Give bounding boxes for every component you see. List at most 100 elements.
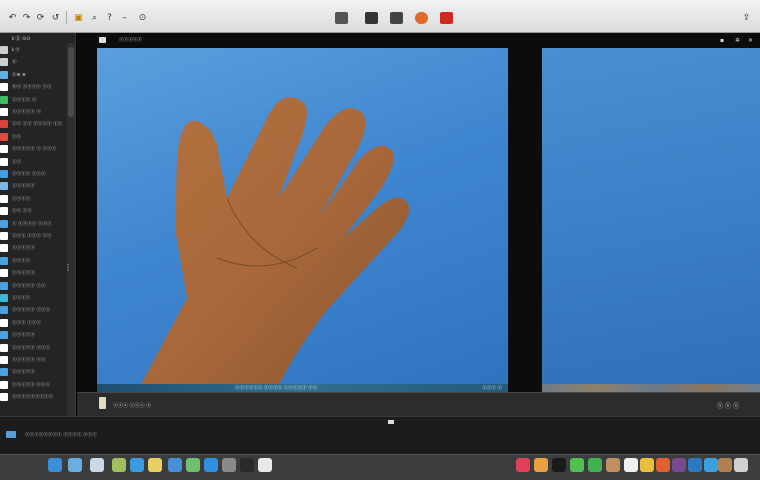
fullscreen-icon[interactable]: ▪	[720, 37, 727, 44]
sidebar-item[interactable]: ⓢⓢⓢ ⓢⓢⓢ ⓢⓢ	[0, 231, 66, 241]
sidebar-item-label: Ⓢ	[12, 60, 17, 66]
sidebar-item[interactable]: ⓢⓢⓢⓢⓢ	[0, 268, 66, 278]
info-icon[interactable]: ⊙	[136, 11, 149, 24]
more-icon[interactable]: ⋮	[64, 263, 72, 272]
sidebar-item-icon	[0, 368, 8, 377]
main-photo[interactable]: ⓢⓢⓢⓢⓢⓢ ⓢⓢⓢⓢ ⓢⓢⓢⓢⓢ ⓢⓢ ⓢⓢⓢ ⓢ	[97, 48, 508, 392]
sidebar-item[interactable]: ⓢⓢⓢⓢⓢ ⓢ ⓢⓢⓢ	[0, 144, 66, 154]
notes-icon[interactable]	[148, 458, 162, 472]
facetime-icon[interactable]	[588, 458, 602, 472]
sidebar-item[interactable]: Ⓢ⊕ ⊕	[0, 70, 66, 80]
maps-icon[interactable]	[186, 458, 200, 472]
sidebar-item-label: ⓢⓢ	[12, 159, 22, 165]
sidebar-item-icon	[0, 244, 8, 253]
sidebar-item-icon	[0, 83, 8, 92]
sidebar-item-label: ⓢⓢⓢⓢ ⓢⓢⓢ	[12, 172, 46, 177]
history-icon[interactable]: ↺	[49, 11, 62, 24]
sidebar-item[interactable]: ⓢⓢⓢⓢⓢ	[0, 330, 66, 340]
sidebar-item[interactable]: ⓢⓢⓢⓢ ⓢ	[0, 95, 66, 105]
sidebar-item[interactable]: ⓢⓢⓢⓢⓢⓢⓢⓢⓢ	[0, 392, 66, 402]
preview-icon[interactable]	[90, 458, 104, 472]
sidebar-item[interactable]: ⓢⓢⓢⓢⓢ ⓢ	[0, 107, 66, 117]
sidebar-item[interactable]: ⓢⓢⓢⓢⓢ	[0, 367, 66, 377]
sidebar-item[interactable]: ⓢ ⓢⓢⓢⓢ ⓢⓢⓢ	[0, 219, 66, 229]
vscode-icon[interactable]	[688, 458, 702, 472]
main-viewer: ⓢⓢⓢⓢⓢ ▪ ✲ ✕ ⓢⓢⓢⓢⓢⓢ ⓢⓢⓢⓢ ⓢⓢⓢⓢⓢ ⓢⓢ ⓢⓢⓢ ⓢ ⓢ…	[77, 33, 760, 416]
sidebar-title: ℹ Ⓢ ⊙⊙	[12, 36, 31, 42]
sidebar-item[interactable]: Ⓢⓢ ⓢⓢⓢⓢ ⓢⓢ	[0, 82, 66, 92]
sidebar-item[interactable]: ⓢⓢⓢⓢ	[0, 293, 66, 303]
sidebar-item[interactable]: Ⓢ	[0, 57, 66, 67]
rotate-icon[interactable]: ⟳	[34, 11, 47, 24]
sidebar-item-label: ⓢⓢⓢⓢⓢ ⓢⓢⓢ	[12, 345, 51, 351]
sidebar-item[interactable]: ⓢⓢⓢⓢ	[0, 256, 66, 266]
slack-icon[interactable]	[672, 458, 686, 472]
search-icon[interactable]: ⌕	[88, 11, 101, 24]
retouch-tool[interactable]	[415, 12, 428, 24]
launchpad-icon[interactable]	[68, 458, 82, 472]
sidebar-item-label: Ⓢⓢ ⓢⓢⓢⓢ ⓢⓢ	[12, 85, 52, 91]
filmstrip-marker-icon[interactable]	[388, 420, 394, 424]
tv-icon[interactable]	[552, 458, 566, 472]
adjust-tool[interactable]	[390, 12, 403, 24]
sidebar-item[interactable]: ⓢⓢⓢⓢⓢ ⓢⓢⓢ	[0, 343, 66, 353]
undo-icon[interactable]: ↶	[6, 11, 19, 24]
dock	[0, 454, 760, 480]
sidebar-item-label: ℹ Ⓢ	[12, 48, 20, 53]
redo-icon[interactable]: ↷	[20, 11, 33, 24]
sidebar-item[interactable]: ⓢⓢⓢⓢⓢ ⓢⓢ	[0, 281, 66, 291]
redeye-tool[interactable]	[440, 12, 453, 24]
sidebar-item-icon	[0, 281, 8, 290]
sidebar-item[interactable]: ⓢⓢⓢⓢⓢ	[0, 181, 66, 191]
secondary-photo[interactable]	[542, 48, 760, 392]
sidebar-item[interactable]: ⓢⓢ ⓢⓢ ⓢⓢⓢⓢ ⓢⓢ	[0, 119, 66, 129]
trash-icon[interactable]	[734, 458, 748, 472]
music-icon[interactable]	[516, 458, 530, 472]
sidebar-item-icon	[0, 120, 8, 129]
enhance-tool[interactable]	[365, 12, 378, 24]
close-icon[interactable]: ✕	[748, 37, 755, 44]
settings-icon[interactable]: ✲	[735, 37, 742, 44]
sidebar-item[interactable]: ⓢⓢⓢⓢ	[0, 194, 66, 204]
messages-icon[interactable]	[570, 458, 584, 472]
sidebar-item[interactable]: ⓢⓢⓢⓢⓢ ⓢⓢⓢ	[0, 380, 66, 390]
sidebar-item-label: ⓢⓢ	[12, 134, 22, 140]
calendar-icon[interactable]	[258, 458, 272, 472]
contacts-icon[interactable]	[606, 458, 620, 472]
chrome-icon[interactable]	[640, 458, 654, 472]
help-icon[interactable]: ?	[103, 11, 116, 24]
sidebar-item-icon	[0, 207, 8, 216]
mail-icon[interactable]	[168, 458, 182, 472]
sidebar-item-label: ⓢⓢⓢ ⓢⓢⓢ	[12, 320, 42, 326]
sidebar-item[interactable]: ⓢⓢⓢⓢⓢ	[0, 243, 66, 253]
sidebar-item[interactable]: ⓢⓢⓢⓢⓢ ⓢⓢ	[0, 355, 66, 365]
firefox-icon[interactable]	[656, 458, 670, 472]
sidebar-scroll-thumb[interactable]	[68, 47, 74, 117]
sidebar-item[interactable]: ⓢⓢⓢⓢⓢ ⓢⓢⓢ	[0, 305, 66, 315]
photos-icon[interactable]	[112, 458, 126, 472]
minus-icon[interactable]: –	[118, 11, 131, 24]
sidebar-item[interactable]: ⓢⓢⓢ ⓢⓢⓢ	[0, 318, 66, 328]
sidebar-item-icon	[0, 182, 8, 191]
info-strip-right[interactable]: ⓢ ⓢ ⓢ	[717, 401, 739, 410]
archive-icon[interactable]	[718, 458, 732, 472]
finder-icon[interactable]	[48, 458, 62, 472]
safari-icon[interactable]	[130, 458, 144, 472]
files-icon[interactable]	[704, 458, 718, 472]
photo-caption-right: ⓢⓢⓢ ⓢ	[482, 386, 502, 391]
lock-icon[interactable]: ▣	[72, 11, 85, 24]
sidebar-item[interactable]: ⓢⓢ	[0, 132, 66, 142]
sidebar-item[interactable]: ℹ Ⓢ	[0, 45, 66, 55]
books-icon[interactable]	[534, 458, 548, 472]
sidebar-item[interactable]: ⓢⓢ ⓢⓢ	[0, 206, 66, 216]
terminal-icon[interactable]	[240, 458, 254, 472]
filmstrip-label: ⓢⓢⓢⓢⓢⓢⓢⓢ ⓢⓢⓢⓢ ⓢⓢⓢ	[25, 433, 97, 438]
sidebar-item[interactable]: ⓢⓢ	[0, 157, 66, 167]
app-store-icon[interactable]	[204, 458, 218, 472]
sidebar-item-icon	[0, 356, 8, 364]
share-icon[interactable]: ⇪	[740, 11, 753, 24]
reminders-icon[interactable]	[624, 458, 638, 472]
sidebar-item[interactable]: ⓢⓢⓢⓢ ⓢⓢⓢ	[0, 169, 66, 179]
settings-icon[interactable]	[222, 458, 236, 472]
crop-tool[interactable]	[335, 12, 348, 24]
